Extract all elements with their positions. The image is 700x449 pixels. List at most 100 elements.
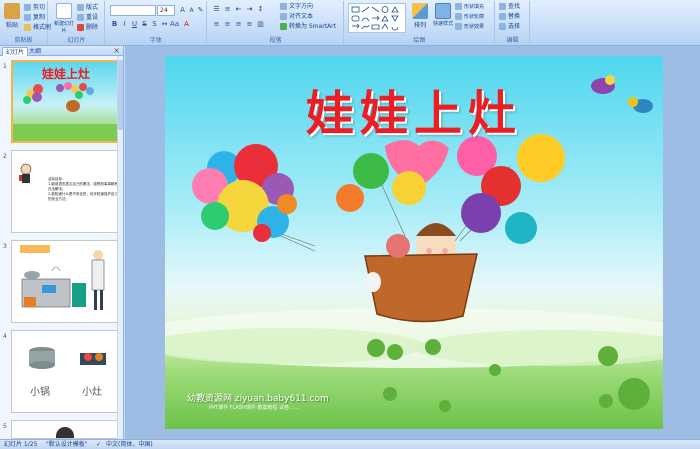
new-slide-icon	[56, 3, 72, 19]
font-size-combo[interactable]: 24	[157, 5, 175, 16]
panel-scrollbar-thumb[interactable]	[118, 60, 123, 130]
slide-title[interactable]: 娃娃上灶	[165, 74, 663, 144]
select-label: 选择	[508, 23, 521, 30]
change-case-icon[interactable]: Aa	[170, 20, 179, 29]
copy-button[interactable]: 复制	[24, 13, 45, 22]
slide-editing-area: 娃娃上灶 幼教资源网 ziyuan.baby611.com PPT课件 FLAS…	[125, 46, 700, 439]
format-painter-button[interactable]: 格式刷	[24, 23, 51, 32]
bullets-icon[interactable]: ☰	[212, 5, 221, 14]
shape-fill-button[interactable]: 形状填充	[455, 2, 484, 11]
cut-button[interactable]: 剪切	[24, 3, 45, 12]
align-left-icon[interactable]: ≡	[212, 20, 221, 29]
layout-button[interactable]: 版式	[77, 3, 98, 12]
font-group-label: 字体	[149, 37, 162, 44]
replace-button[interactable]: 替换	[499, 12, 520, 21]
thumbnail-number: 5	[3, 423, 7, 430]
slide-thumbnail-5[interactable]	[11, 420, 121, 439]
quick-styles-label: 快速样式	[432, 21, 453, 27]
smartart-button[interactable]: 转换为 SmartArt	[280, 22, 336, 31]
underline-icon[interactable]: U	[130, 20, 139, 29]
panel-tabs: 幻灯片 大纲 ×	[0, 46, 123, 56]
shadow-icon[interactable]: S	[150, 20, 159, 29]
paste-label: 粘贴	[5, 22, 18, 29]
reset-icon	[77, 14, 84, 21]
decrease-indent-icon[interactable]: ⇤	[234, 5, 243, 14]
text-direction-icon	[280, 3, 287, 10]
clipboard-group-label: 剪贴板	[14, 37, 33, 44]
panel-scrollbar[interactable]	[117, 56, 123, 439]
shapes-gallery[interactable]	[348, 3, 406, 33]
drawing-group-label: 绘图	[413, 37, 426, 44]
effects-icon	[455, 23, 462, 30]
thumb-2-text: 活动目标： 1.能用语言表达自己的看法，感受到事事都有办法解决。 2.能知道什么…	[48, 177, 118, 202]
align-text-button[interactable]: 对齐文本	[280, 12, 313, 21]
arrange-icon	[412, 3, 428, 19]
font-color-icon[interactable]: A	[182, 20, 191, 29]
align-center-icon[interactable]: ≡	[223, 20, 232, 29]
shape-outline-label: 形状轮廓	[464, 14, 485, 20]
paragraph-group-label: 段落	[269, 37, 282, 44]
language-indicator[interactable]: 中文(简体，中国)	[106, 440, 153, 449]
thumb-2-chef-icon	[19, 163, 32, 183]
shape-outline-button[interactable]: 形状轮廓	[455, 12, 484, 21]
binoculars-icon	[499, 3, 506, 10]
clipboard-group: 粘贴 剪切 复制 格式刷 剪贴板	[0, 1, 51, 45]
slide-thumbnail-1[interactable]: 娃娃上灶	[11, 60, 121, 143]
theme-name[interactable]: "默认设计模板"	[46, 440, 88, 449]
thumb-2-line-2: 1.能用语言表达自己的看法，感受到事事都有办法解决。	[48, 182, 118, 191]
slide-thumbnail-2[interactable]: 活动目标： 1.能用语言表达自己的看法，感受到事事都有办法解决。 2.能知道什么…	[11, 150, 121, 233]
spellcheck-icon[interactable]: ✓	[96, 440, 101, 449]
strikethrough-icon[interactable]: S	[140, 20, 149, 29]
clear-format-icon[interactable]: ✎	[196, 6, 205, 15]
copy-icon	[24, 14, 31, 21]
reset-label: 重设	[86, 14, 99, 21]
bold-icon[interactable]: B	[110, 20, 119, 29]
close-icon[interactable]: ×	[113, 46, 120, 55]
italic-icon[interactable]: I	[120, 20, 129, 29]
scissors-icon	[24, 4, 31, 11]
numbering-icon[interactable]: ≡	[223, 5, 232, 14]
arrange-button[interactable]: 排列	[409, 3, 431, 29]
line-spacing-icon[interactable]: ↕	[256, 5, 265, 14]
layout-icon	[77, 4, 84, 11]
font-name-combo[interactable]	[110, 5, 156, 16]
slide-thumbnail-4[interactable]: 小锅 小灶	[11, 330, 121, 413]
thumbnail-number: 1	[3, 63, 7, 70]
thumb-5-figure	[56, 427, 74, 438]
smartart-icon	[280, 23, 287, 30]
paste-button[interactable]: 粘贴	[1, 3, 23, 29]
slides-group: 新建幻灯片 版式 重设 删除 幻灯片	[49, 1, 105, 45]
text-direction-button[interactable]: 文字方向	[280, 2, 313, 11]
tab-slides[interactable]: 幻灯片	[2, 47, 29, 56]
slide-thumbnail-3[interactable]	[11, 240, 121, 323]
delete-button[interactable]: 删除	[77, 23, 98, 32]
editing-group-label: 编辑	[506, 37, 519, 44]
shape-effects-label: 形状效果	[464, 24, 485, 30]
align-right-icon[interactable]: ≡	[234, 20, 243, 29]
status-bar: 幻灯片 1/25 "默认设计模板" ✓ 中文(简体，中国)	[0, 439, 700, 449]
quick-styles-icon	[435, 3, 451, 19]
current-slide[interactable]: 娃娃上灶 幼教资源网 ziyuan.baby611.com PPT课件 FLAS…	[165, 56, 663, 429]
slide-counter: 幻灯片 1/25	[4, 441, 38, 448]
increase-indent-icon[interactable]: ⇥	[245, 5, 254, 14]
align-text-icon	[280, 13, 287, 20]
thumb-1-balloons	[13, 82, 119, 141]
justify-icon[interactable]: ≡	[245, 20, 254, 29]
thumbnail-number: 3	[3, 243, 7, 250]
left-balloon-cluster	[192, 144, 316, 252]
grow-font-icon[interactable]: A	[178, 6, 187, 15]
columns-icon[interactable]: ▥	[256, 20, 265, 29]
shrink-font-icon[interactable]: A	[187, 6, 196, 15]
shape-effects-button[interactable]: 形状效果	[455, 22, 484, 31]
cut-label: 剪切	[33, 4, 46, 11]
shape-fill-label: 形状填充	[464, 4, 485, 10]
select-button[interactable]: 选择	[499, 22, 520, 31]
quick-styles-button[interactable]: 快速样式	[431, 3, 455, 27]
copy-label: 复制	[33, 14, 46, 21]
reset-button[interactable]: 重设	[77, 13, 98, 22]
find-button[interactable]: 查找	[499, 2, 520, 11]
new-slide-button[interactable]: 新建幻灯片	[52, 3, 76, 34]
drawing-group: 排列 快速样式 形状填充 形状轮廓 形状效果 绘图	[345, 1, 495, 45]
tab-outline[interactable]: 大纲	[26, 47, 44, 56]
char-spacing-icon[interactable]: ↔	[160, 20, 169, 29]
